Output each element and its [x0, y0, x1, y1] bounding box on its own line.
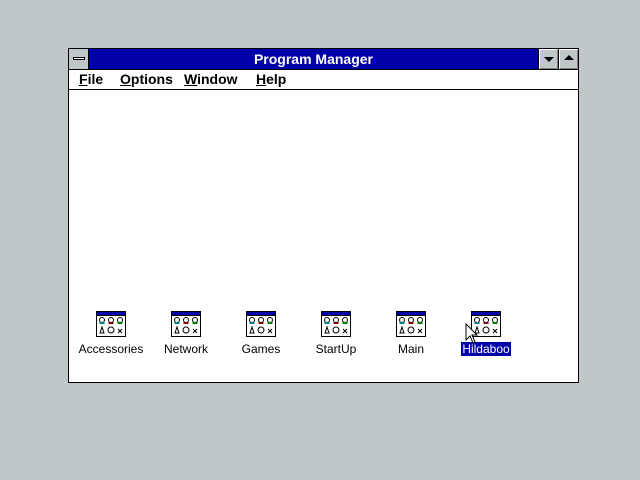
- group-hildaboo[interactable]: Hildaboo: [449, 311, 523, 371]
- group-label-text: Network: [163, 342, 208, 356]
- maximize-icon: [564, 55, 574, 60]
- program-group-icon: [96, 311, 126, 337]
- group-label-text: StartUp: [315, 342, 357, 356]
- menu-file[interactable]: File: [79, 70, 103, 89]
- window-title: Program Manager: [253, 51, 374, 67]
- menu-help[interactable]: Help: [256, 70, 286, 89]
- menu-help-accel: H: [256, 71, 267, 87]
- menu-file-accel: F: [79, 71, 88, 87]
- program-manager-client-area: Accessories Network Games StartUp Main H…: [69, 90, 578, 382]
- menu-options-accel: O: [120, 71, 131, 87]
- maximize-button[interactable]: [558, 49, 578, 69]
- group-label-selected: Hildaboo: [439, 342, 533, 356]
- group-label-text: Games: [241, 342, 281, 356]
- program-group-icon: [171, 311, 201, 337]
- minimize-button[interactable]: [538, 49, 558, 69]
- group-accessories[interactable]: Accessories: [74, 311, 148, 371]
- menu-window-rest: indow: [197, 71, 238, 87]
- program-group-icon: [396, 311, 426, 337]
- menu-file-rest: ile: [87, 71, 104, 87]
- menu-options-rest: ptions: [130, 71, 173, 87]
- menu-help-rest: elp: [266, 71, 287, 87]
- system-menu-icon: [73, 57, 85, 60]
- arrow-cursor-icon: [465, 323, 479, 344]
- menu-options[interactable]: Options: [120, 70, 173, 89]
- group-network[interactable]: Network: [149, 311, 223, 371]
- title-bar[interactable]: Program Manager: [69, 49, 578, 70]
- group-label-text: Main: [397, 342, 424, 356]
- program-group-icon: [246, 311, 276, 337]
- group-label-text: Accessories: [78, 342, 144, 356]
- menu-window-accel: W: [184, 71, 198, 87]
- system-menu-button[interactable]: [69, 49, 89, 69]
- group-startup[interactable]: StartUp: [299, 311, 373, 371]
- menu-window[interactable]: Window: [184, 70, 238, 89]
- program-group-icon: [321, 311, 351, 337]
- program-manager-window[interactable]: Program Manager File Options Window Help: [65, 45, 582, 386]
- menu-bar: File Options Window Help: [69, 70, 578, 90]
- group-games[interactable]: Games: [224, 311, 298, 371]
- group-main[interactable]: Main: [374, 311, 448, 371]
- minimize-icon: [544, 57, 554, 62]
